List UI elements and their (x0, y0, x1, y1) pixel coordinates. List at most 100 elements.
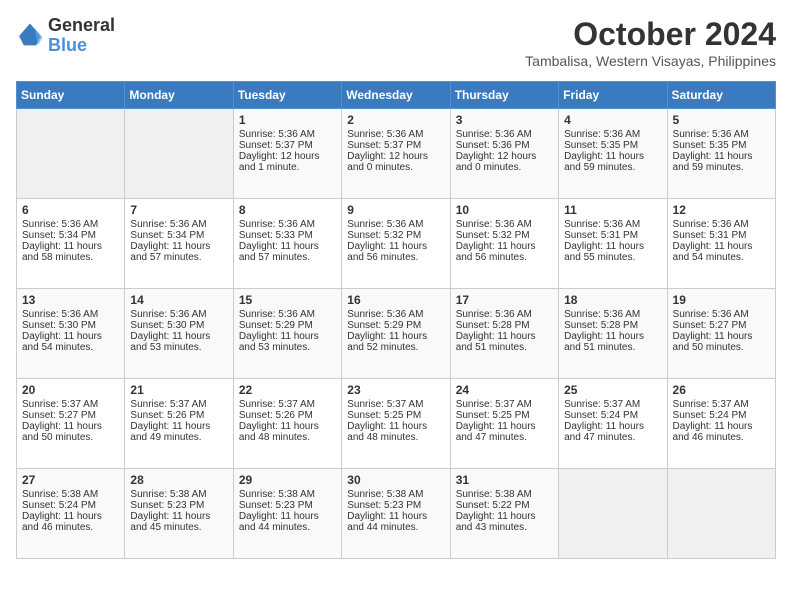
sunrise-text: Sunrise: 5:36 AM (239, 219, 336, 230)
sunset-text: Sunset: 5:27 PM (22, 410, 119, 421)
calendar-cell: 18Sunrise: 5:36 AMSunset: 5:28 PMDayligh… (559, 289, 667, 379)
calendar-cell: 5Sunrise: 5:36 AMSunset: 5:35 PMDaylight… (667, 109, 775, 199)
day-number: 7 (130, 203, 227, 217)
day-number: 8 (239, 203, 336, 217)
sunrise-text: Sunrise: 5:36 AM (347, 129, 444, 140)
day-number: 21 (130, 383, 227, 397)
daylight-text: Daylight: 11 hours and 52 minutes. (347, 331, 444, 353)
day-number: 4 (564, 113, 661, 127)
day-number: 26 (673, 383, 770, 397)
sunrise-text: Sunrise: 5:36 AM (673, 309, 770, 320)
daylight-text: Daylight: 11 hours and 44 minutes. (347, 511, 444, 533)
day-header-saturday: Saturday (667, 82, 775, 109)
day-number: 31 (456, 473, 553, 487)
day-number: 20 (22, 383, 119, 397)
day-number: 9 (347, 203, 444, 217)
sunrise-text: Sunrise: 5:36 AM (456, 219, 553, 230)
sunrise-text: Sunrise: 5:38 AM (456, 489, 553, 500)
daylight-text: Daylight: 11 hours and 58 minutes. (22, 241, 119, 263)
sunset-text: Sunset: 5:27 PM (673, 320, 770, 331)
sunset-text: Sunset: 5:28 PM (564, 320, 661, 331)
calendar-cell: 7 Sunrise: 5:36 AMSunset: 5:34 PMDaylight… (125, 199, 233, 289)
sunset-text: Sunset: 5:26 PM (239, 410, 336, 421)
day-number: 2 (347, 113, 444, 127)
daylight-text: Daylight: 11 hours and 45 minutes. (130, 511, 227, 533)
daylight-text: Daylight: 11 hours and 43 minutes. (456, 511, 553, 533)
calendar-cell: 27Sunrise: 5:38 AMSunset: 5:24 PMDayligh… (17, 469, 125, 559)
sunrise-text: Sunrise: 5:38 AM (22, 489, 119, 500)
week-row-4: 20 Sunrise: 5:37 AM Sunset: 5:27 PM Dayligh… (17, 379, 776, 469)
calendar-cell (125, 109, 233, 199)
daylight-text: Daylight: 11 hours and 47 minutes. (456, 421, 553, 443)
sunset-text: Sunset: 5:25 PM (347, 410, 444, 421)
day-number: 16 (347, 293, 444, 307)
day-number: 27 (22, 473, 119, 487)
calendar-cell: 13Sunrise: 5:36 AMSunset: 5:30 PMDayligh… (17, 289, 125, 379)
sunset-text: Sunset: 5:34 PM (22, 230, 119, 241)
sunrise-text: Sunrise: 5:37 AM (347, 399, 444, 410)
sunset-text: Sunset: 5:26 PM (130, 410, 227, 421)
day-header-friday: Friday (559, 82, 667, 109)
day-header-thursday: Thursday (450, 82, 558, 109)
sunset-text: Sunset: 5:36 PM (456, 140, 553, 151)
calendar-cell: 11Sunrise: 5:36 AMSunset: 5:31 PMDayligh… (559, 199, 667, 289)
calendar-cell: 14Sunrise: 5:36 AMSunset: 5:30 PMDayligh… (125, 289, 233, 379)
calendar-body: 1Sunrise: 5:36 AMSunset: 5:37 PMDaylight… (17, 109, 776, 559)
daylight-text: Daylight: 11 hours and 51 minutes. (456, 331, 553, 353)
calendar-cell: 17Sunrise: 5:36 AMSunset: 5:28 PMDayligh… (450, 289, 558, 379)
sunset-text: Sunset: 5:29 PM (347, 320, 444, 331)
day-number: 15 (239, 293, 336, 307)
daylight-text: Daylight: 11 hours and 55 minutes. (564, 241, 661, 263)
logo-line1: General (48, 16, 115, 36)
daylight-text: Daylight: 11 hours and 57 minutes. (130, 241, 227, 263)
sunset-text: Sunset: 5:29 PM (239, 320, 336, 331)
day-number: 13 (22, 293, 119, 307)
day-number: 11 (564, 203, 661, 217)
sunrise-text: Sunrise: 5:36 AM (239, 129, 336, 140)
daylight-text: Daylight: 11 hours and 54 minutes. (673, 241, 770, 263)
sunrise-text: Sunrise: 5:36 AM (130, 219, 227, 230)
day-number: 29 (239, 473, 336, 487)
week-row-2: 6Sunrise: 5:36 AMSunset: 5:34 PMDaylight… (17, 199, 776, 289)
month-title: October 2024 (525, 16, 776, 53)
day-number: 25 (564, 383, 661, 397)
day-number: 12 (673, 203, 770, 217)
sunset-text: Sunset: 5:32 PM (347, 230, 444, 241)
sunset-text: Sunset: 5:28 PM (456, 320, 553, 331)
day-number: 28 (130, 473, 227, 487)
sunset-text: Sunset: 5:23 PM (239, 500, 336, 511)
calendar-cell: 31 Sunrise: 5:38 AMSunset: 5:22 PMDayligh… (450, 469, 558, 559)
sunset-text: Sunset: 5:24 PM (673, 410, 770, 421)
sunset-text: Sunset: 5:34 PM (130, 230, 227, 241)
sunset-text: Sunset: 5:23 PM (347, 500, 444, 511)
calendar-cell: 23Sunrise: 5:37 AMSunset: 5:25 PMDayligh… (342, 379, 450, 469)
calendar-cell: 28Sunrise: 5:38 AMSunset: 5:23 PMDayligh… (125, 469, 233, 559)
day-header-monday: Monday (125, 82, 233, 109)
sunset-text: Sunset: 5:24 PM (564, 410, 661, 421)
day-number: 14 (130, 293, 227, 307)
sunset-text: Sunset: 5:33 PM (239, 230, 336, 241)
sunset-text: Sunset: 5:22 PM (456, 500, 553, 511)
calendar-cell: 9Sunrise: 5:36 AMSunset: 5:32 PMDaylight… (342, 199, 450, 289)
sunset-text: Sunset: 5:23 PM (130, 500, 227, 511)
sunrise-text: Sunrise: 5:36 AM (22, 219, 119, 230)
page-header: General Blue October 2024 Tambalisa, Wes… (16, 16, 776, 69)
daylight-text: Daylight: 11 hours and 57 minutes. (239, 241, 336, 263)
day-number: 3 (456, 113, 553, 127)
week-row-5: 27Sunrise: 5:38 AMSunset: 5:24 PMDayligh… (17, 469, 776, 559)
sunrise-text: Sunrise: 5:36 AM (347, 309, 444, 320)
calendar-cell: 2Sunrise: 5:36 AMSunset: 5:37 PMDaylight… (342, 109, 450, 199)
calendar-cell: 26Sunrise: 5:37 AMSunset: 5:24 PMDayligh… (667, 379, 775, 469)
calendar-cell: 24Sunrise: 5:37 AMSunset: 5:25 PMDayligh… (450, 379, 558, 469)
calendar-cell: 1Sunrise: 5:36 AMSunset: 5:37 PMDaylight… (233, 109, 341, 199)
calendar-cell: 12Sunrise: 5:36 AMSunset: 5:31 PMDayligh… (667, 199, 775, 289)
daylight-text: Daylight: 11 hours and 48 minutes. (347, 421, 444, 443)
week-row-1: 1Sunrise: 5:36 AMSunset: 5:37 PMDaylight… (17, 109, 776, 199)
day-number: 24 (456, 383, 553, 397)
sunrise-text: Sunrise: 5:36 AM (564, 129, 661, 140)
sunrise-text: Sunrise: 5:37 AM (456, 399, 553, 410)
daylight-text: Daylight: 11 hours and 48 minutes. (239, 421, 336, 443)
daylight-text: Daylight: 12 hours and 0 minutes. (347, 151, 444, 173)
day-number: 22 (239, 383, 336, 397)
sunrise-text: Sunrise: 5:36 AM (22, 309, 119, 320)
